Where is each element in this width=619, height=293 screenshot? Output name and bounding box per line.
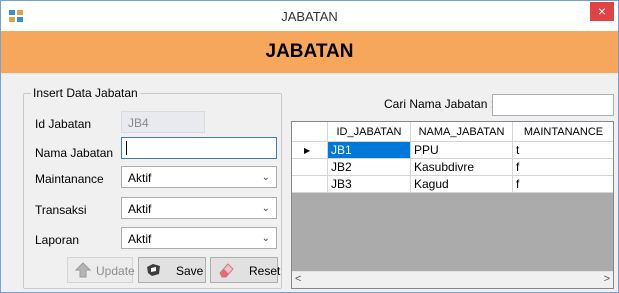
laporan-value: Aktif: [128, 232, 152, 246]
maintanance-label: Maintanance: [35, 172, 104, 186]
row-header[interactable]: [292, 159, 328, 176]
chevron-down-icon: ⌄: [261, 233, 270, 244]
save-label: Save: [176, 264, 204, 278]
laporan-select[interactable]: Aktif ⌄: [121, 227, 277, 249]
title-bar[interactable]: JABATAN ×: [1, 1, 618, 31]
row-header[interactable]: ▶: [292, 142, 328, 159]
save-button[interactable]: Save: [138, 257, 206, 283]
table-cell[interactable]: PPU: [411, 142, 513, 159]
up-arrow-icon: [74, 262, 92, 278]
nama-jabatan-input[interactable]: [121, 137, 277, 159]
maintanance-select[interactable]: Aktif ⌄: [121, 166, 277, 188]
group-title: Insert Data Jabatan: [31, 86, 140, 100]
app-window: JABATAN × JABATAN Insert Data Jabatan Id…: [0, 0, 619, 293]
transaksi-value: Aktif: [128, 202, 152, 216]
horizontal-scrollbar[interactable]: < >: [292, 271, 613, 288]
nama-jabatan-label: Nama Jabatan: [35, 146, 114, 160]
grid-corner: [292, 122, 328, 142]
reset-button[interactable]: Reset: [210, 257, 281, 283]
chevron-down-icon: ⌄: [261, 172, 270, 183]
scroll-left-icon[interactable]: <: [295, 273, 301, 285]
transaksi-label: Transaksi: [35, 203, 87, 217]
close-icon: ×: [597, 3, 607, 19]
laporan-label: Laporan: [35, 233, 80, 247]
table-cell[interactable]: Kasubdivre: [411, 159, 513, 176]
chevron-down-icon: ⌄: [261, 203, 270, 214]
table-cell[interactable]: t: [513, 142, 613, 159]
update-label: Update: [96, 264, 135, 278]
reset-label: Reset: [249, 264, 281, 278]
table-cell[interactable]: JB1: [328, 142, 411, 159]
id-jabatan-label: Id Jabatan: [35, 117, 92, 131]
column-header-nama[interactable]: NAMA_JABATAN: [411, 122, 513, 142]
current-row-icon: ▶: [304, 146, 311, 155]
column-header-maintanance[interactable]: MAINTANANCE: [513, 122, 613, 142]
table-cell[interactable]: f: [513, 159, 613, 176]
table-cell[interactable]: JB3: [328, 176, 411, 193]
save-icon: [147, 264, 160, 276]
column-header-id[interactable]: ID_JABATAN: [328, 122, 411, 142]
scroll-right-icon[interactable]: >: [604, 273, 610, 285]
jabatan-grid[interactable]: ID_JABATAN NAMA_JABATAN MAINTANANCE ▶ JB…: [291, 121, 614, 289]
page-header: JABATAN: [1, 31, 618, 73]
maintanance-value: Aktif: [128, 171, 152, 185]
row-header[interactable]: [292, 176, 328, 193]
window-title: JABATAN: [281, 9, 338, 24]
update-button[interactable]: Update: [67, 257, 135, 283]
table-cell[interactable]: JB2: [328, 159, 411, 176]
close-button[interactable]: ×: [590, 2, 614, 21]
text-caret: [126, 141, 127, 155]
page-title: JABATAN: [265, 41, 354, 62]
search-label: Cari Nama Jabatan :: [384, 97, 495, 111]
transaksi-select[interactable]: Aktif ⌄: [121, 197, 277, 219]
table-cell[interactable]: Kagud: [411, 176, 513, 193]
id-jabatan-value: JB4: [128, 116, 149, 130]
eraser-icon: [219, 263, 234, 278]
search-input[interactable]: [492, 94, 614, 116]
table-cell[interactable]: f: [513, 176, 613, 193]
id-jabatan-field: JB4: [121, 111, 205, 133]
